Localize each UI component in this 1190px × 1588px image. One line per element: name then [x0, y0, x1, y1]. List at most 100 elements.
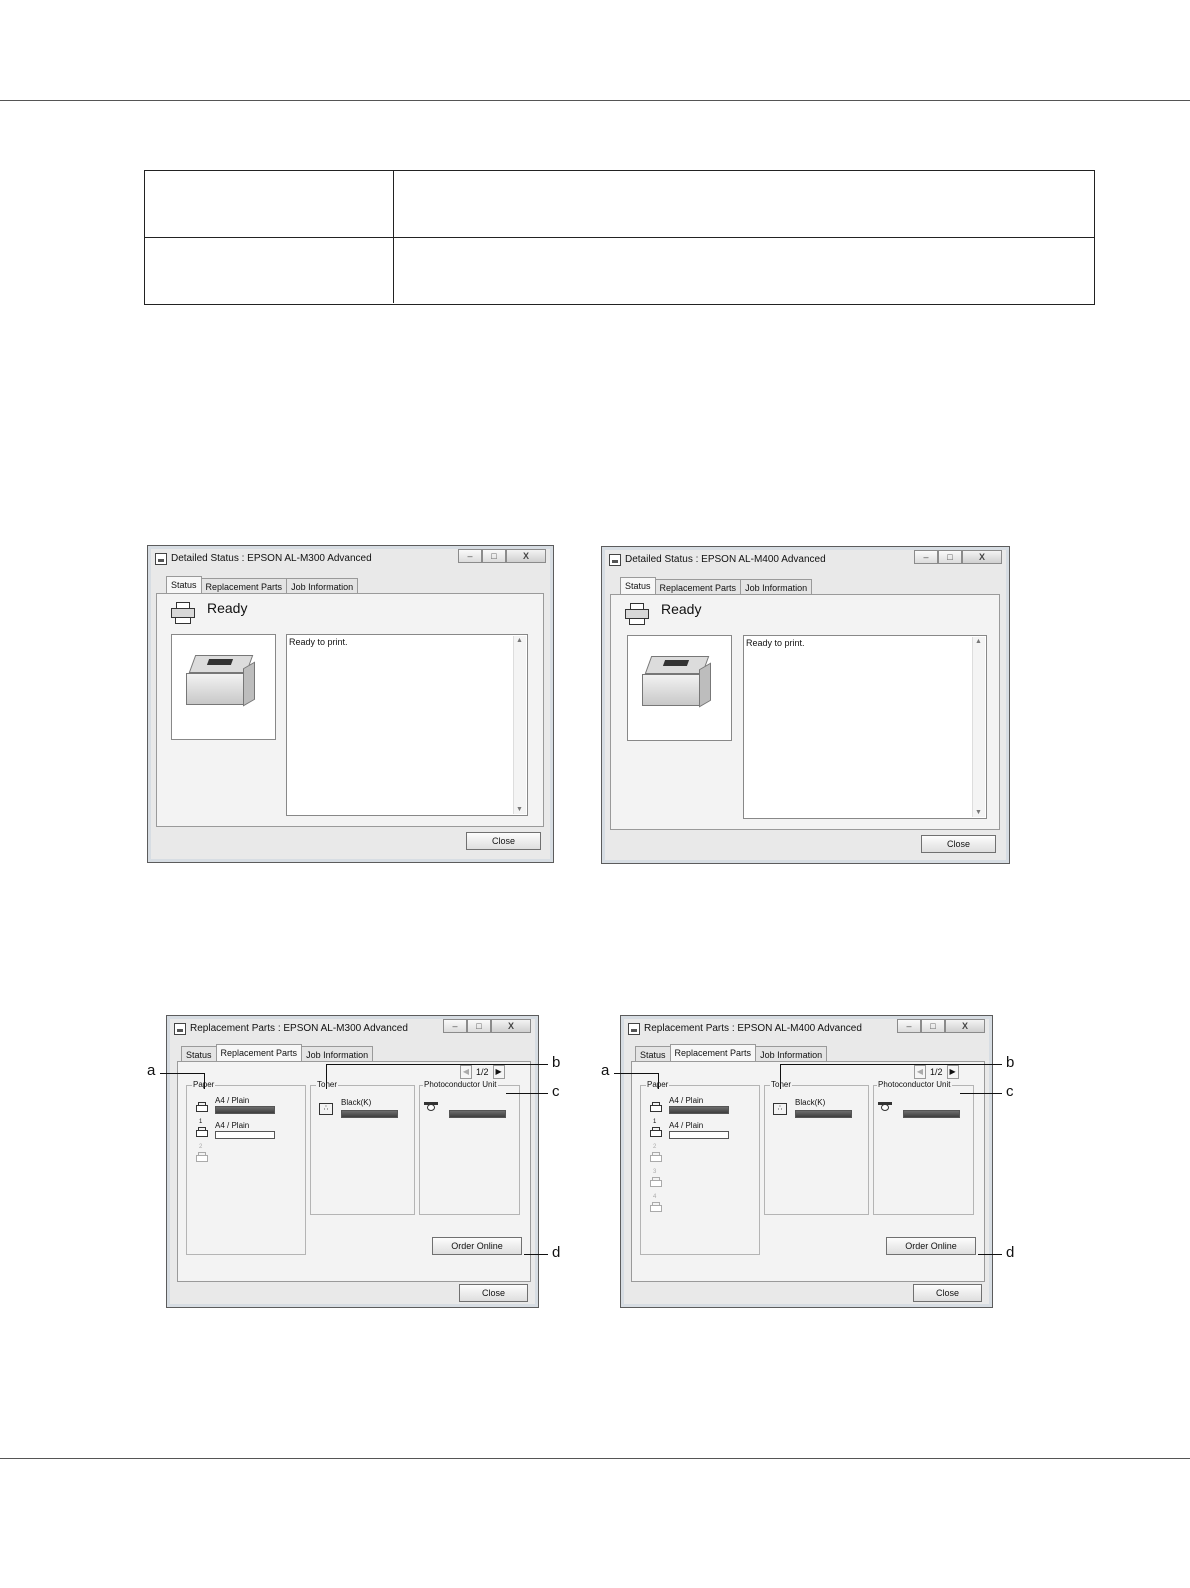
table-row: [145, 171, 1094, 238]
close-window-button[interactable]: X: [491, 1019, 531, 1033]
scroll-down-arrow-icon[interactable]: ▼: [975, 809, 982, 816]
callout-letter-d: d: [552, 1244, 561, 1261]
window-title: Replacement Parts : EPSON AL-M400 Advanc…: [644, 1023, 862, 1034]
tray-number: 2: [653, 1144, 657, 1150]
tray-paper-label: A4 / Plain: [215, 1121, 250, 1130]
parts-window-m400: Replacement Parts : EPSON AL-M400 Advanc…: [620, 1015, 993, 1308]
next-page-icon[interactable]: ▶: [492, 1065, 505, 1079]
status-message: Ready to print.: [289, 637, 348, 647]
paper-tray-icon: [196, 1102, 208, 1112]
callout-line-d: [524, 1254, 548, 1255]
close-button[interactable]: Close: [921, 835, 996, 853]
minimize-button[interactable]: –: [897, 1019, 921, 1033]
callout-letter-c: c: [552, 1083, 560, 1100]
header-rule: [0, 100, 1190, 101]
maximize-button[interactable]: □: [482, 549, 506, 563]
table-row: [145, 237, 1094, 303]
photoconductor-icon: [424, 1102, 438, 1112]
title-bar[interactable]: Detailed Status : EPSON AL-M400 Advanced…: [605, 550, 1006, 572]
status-message-box[interactable]: Ready to print. ▲ ▼: [743, 635, 987, 819]
close-window-button[interactable]: X: [945, 1019, 985, 1033]
photoconductor-icon: [878, 1102, 892, 1112]
scroll-up-arrow-icon[interactable]: ▲: [516, 637, 523, 644]
window-title: Replacement Parts : EPSON AL-M300 Advanc…: [190, 1023, 408, 1034]
callout-letter-a: a: [601, 1062, 610, 1079]
window-controls: – □ X: [897, 1019, 985, 1034]
window-controls: – □ X: [443, 1019, 531, 1034]
order-online-button[interactable]: Order Online: [886, 1237, 976, 1255]
callout-line-b: [326, 1064, 327, 1089]
tray-number: 4: [653, 1194, 657, 1200]
close-button[interactable]: Close: [913, 1284, 982, 1302]
window-title: Detailed Status : EPSON AL-M400 Advanced: [625, 554, 826, 565]
status-window-m400: Detailed Status : EPSON AL-M400 Advanced…: [601, 546, 1010, 864]
previous-page-icon[interactable]: ◀: [460, 1065, 472, 1079]
printer-image-frame: [171, 634, 276, 740]
tray-paper-level-bar: [215, 1106, 275, 1114]
maximize-button[interactable]: □: [938, 550, 962, 564]
status-text: Ready: [661, 601, 702, 617]
status-panel: Ready Ready to print. ▲ ▼: [156, 593, 544, 827]
tray-paper-level-bar: [215, 1131, 275, 1139]
printer-window-icon: [155, 553, 167, 565]
status-message: Ready to print.: [746, 638, 805, 648]
tray-paper-label: A4 / Plain: [669, 1121, 704, 1130]
callout-line-a: [160, 1073, 204, 1074]
window-controls: – □ X: [458, 549, 546, 564]
tab-bar: Status Replacement Parts Job Information: [635, 1044, 828, 1063]
callout-letter-d: d: [1006, 1244, 1015, 1261]
callout-line-c: [960, 1093, 1002, 1094]
callout-letter-b: b: [1006, 1054, 1015, 1071]
close-window-button[interactable]: X: [962, 550, 1002, 564]
scrollbar[interactable]: ▲ ▼: [513, 636, 526, 814]
pager: ◀ 1/2 ▶: [460, 1064, 505, 1080]
scroll-down-arrow-icon[interactable]: ▼: [516, 806, 523, 813]
callout-line-a: [658, 1073, 659, 1089]
status-text: Ready: [207, 600, 248, 616]
scroll-up-arrow-icon[interactable]: ▲: [975, 638, 982, 645]
toner-icon: ∴: [773, 1103, 787, 1115]
previous-page-icon[interactable]: ◀: [914, 1065, 926, 1079]
close-button[interactable]: Close: [459, 1284, 528, 1302]
table-cell: [145, 171, 394, 237]
callout-line-b: [326, 1064, 548, 1065]
photoconductor-group-title: Photoconductor Unit: [877, 1080, 952, 1089]
photoconductor-group-title: Photoconductor Unit: [423, 1080, 498, 1089]
tray-number: 1: [199, 1119, 203, 1125]
tab-bar: Status Replacement Parts Job Information: [166, 576, 359, 595]
title-bar[interactable]: Replacement Parts : EPSON AL-M400 Advanc…: [624, 1019, 989, 1041]
tray-paper-level-bar: [669, 1131, 729, 1139]
minimize-button[interactable]: –: [458, 549, 482, 563]
window-title: Detailed Status : EPSON AL-M300 Advanced: [171, 553, 372, 564]
info-table: [144, 170, 1095, 305]
title-bar[interactable]: Replacement Parts : EPSON AL-M300 Advanc…: [170, 1019, 535, 1041]
status-panel: Ready Ready to print. ▲ ▼: [610, 594, 1000, 830]
close-window-button[interactable]: X: [506, 549, 546, 563]
callout-letter-c: c: [1006, 1083, 1014, 1100]
callout-line-a: [614, 1073, 658, 1074]
next-page-icon[interactable]: ▶: [946, 1065, 959, 1079]
callout-line-b: [780, 1064, 781, 1089]
status-window-m300: Detailed Status : EPSON AL-M300 Advanced…: [147, 545, 554, 863]
tab-bar: Status Replacement Parts Job Information: [620, 577, 813, 596]
maximize-button[interactable]: □: [921, 1019, 945, 1033]
scrollbar[interactable]: ▲ ▼: [972, 637, 985, 817]
callout-line-a: [204, 1073, 205, 1089]
title-bar[interactable]: Detailed Status : EPSON AL-M300 Advanced…: [151, 549, 550, 571]
status-message-box[interactable]: Ready to print. ▲ ▼: [286, 634, 528, 816]
toner-name: Black(K): [795, 1098, 826, 1107]
printer-image: [186, 649, 256, 709]
close-button[interactable]: Close: [466, 832, 541, 850]
minimize-button[interactable]: –: [914, 550, 938, 564]
printer-image: [642, 650, 712, 710]
photoconductor-level-bar: [449, 1110, 506, 1118]
parts-window-m300: Replacement Parts : EPSON AL-M300 Advanc…: [166, 1015, 539, 1308]
tray-number: 1: [653, 1119, 657, 1125]
printer-image-frame: [627, 635, 732, 741]
tray-paper-label: A4 / Plain: [215, 1096, 250, 1105]
minimize-button[interactable]: –: [443, 1019, 467, 1033]
maximize-button[interactable]: □: [467, 1019, 491, 1033]
toner-icon: ∴: [319, 1103, 333, 1115]
order-online-button[interactable]: Order Online: [432, 1237, 522, 1255]
tab-bar: Status Replacement Parts Job Information: [181, 1044, 374, 1063]
